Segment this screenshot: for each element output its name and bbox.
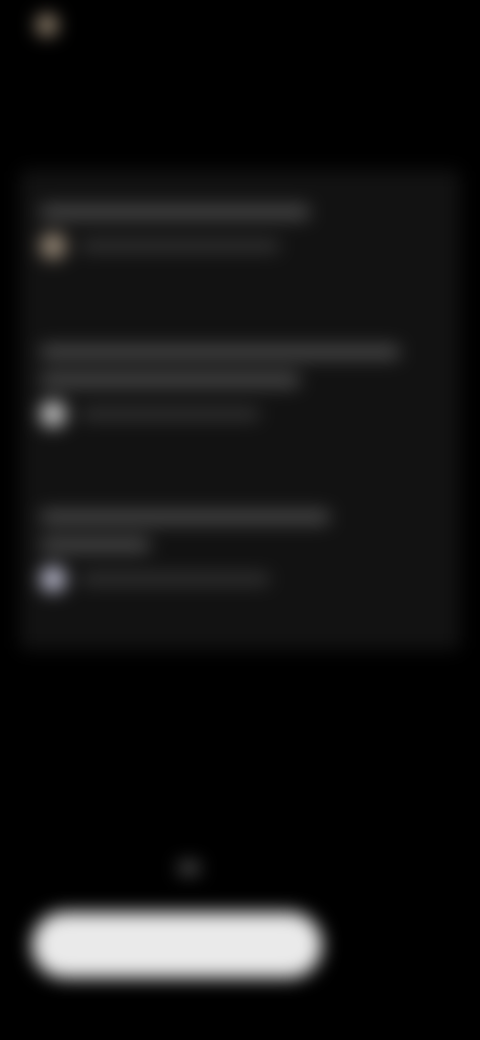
feed-post <box>40 205 420 259</box>
app-screen <box>0 0 480 1040</box>
post-title-line <box>40 373 300 387</box>
page-dot-icon <box>178 862 200 874</box>
post-title-line <box>40 345 400 359</box>
post-title-line <box>40 510 330 524</box>
post-meta-line <box>80 241 280 251</box>
post-title-line <box>40 538 150 552</box>
secondary-action-button[interactable] <box>340 930 440 960</box>
feed-post <box>40 510 420 592</box>
app-logo <box>36 14 68 36</box>
post-meta <box>40 233 420 259</box>
post-meta <box>40 566 420 592</box>
post-title-line <box>40 205 310 219</box>
post-meta <box>40 401 420 427</box>
avatar <box>40 401 66 427</box>
avatar <box>40 233 66 259</box>
primary-action-button[interactable] <box>32 912 322 978</box>
post-meta-line <box>80 574 270 584</box>
avatar <box>40 566 66 592</box>
post-meta-line <box>80 409 260 419</box>
logo-mark-icon <box>36 14 58 36</box>
feed-post <box>40 345 420 427</box>
